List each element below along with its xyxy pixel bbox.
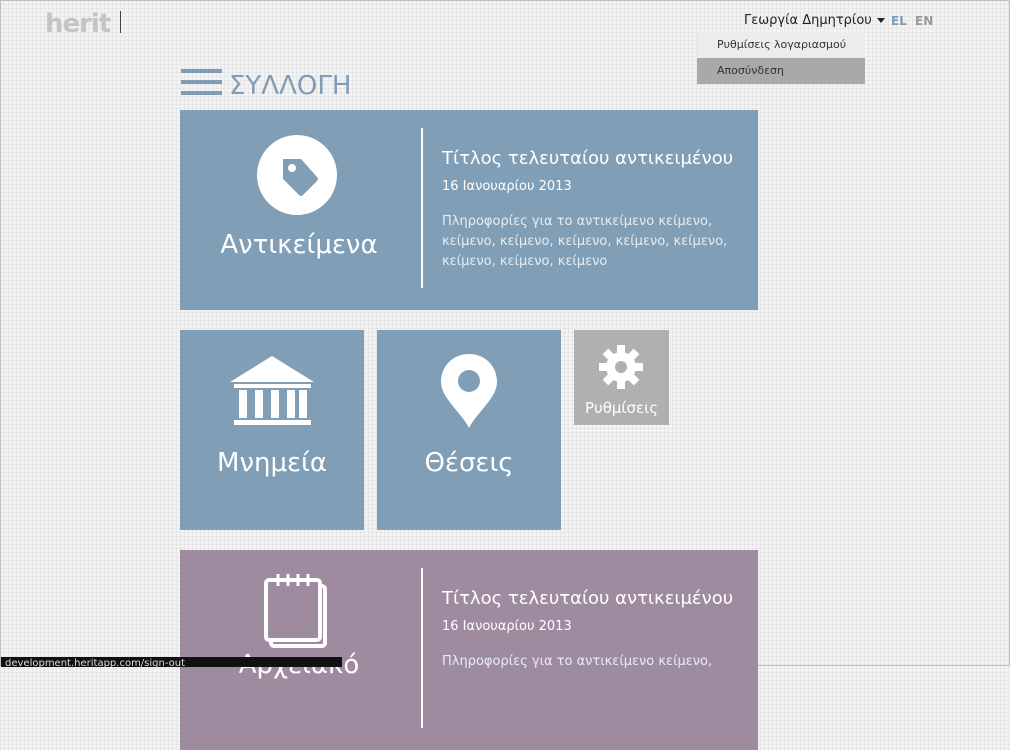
- notepad-icon: [264, 574, 327, 648]
- archive-tile[interactable]: Αρχειακό Τίτλος τελευταίου αντικειμένου …: [180, 550, 758, 750]
- user-dropdown-menu: Ρυθμίσεις λογαριασμού Αποσύνδεση: [697, 32, 865, 84]
- latest-item-date: 16 Ιανουαρίου 2013: [442, 179, 572, 194]
- objects-tile[interactable]: Αντικείμενα Τίτλος τελευταίου αντικειμέν…: [180, 110, 758, 310]
- objects-latest-info: Τίτλος τελευταίου αντικειμένου 16 Ιανουα…: [442, 148, 748, 272]
- settings-tile-label: Ρυθμίσεις: [584, 399, 658, 417]
- hamburger-menu-icon[interactable]: [181, 69, 222, 101]
- museum-icon: [230, 356, 314, 425]
- language-en[interactable]: EN: [915, 14, 933, 28]
- user-menu-toggle[interactable]: Γεωργία Δημητρίου: [744, 13, 885, 28]
- tile-divider: [421, 568, 423, 728]
- tag-icon: [257, 135, 337, 215]
- latest-item-date: 16 Ιανουαρίου 2013: [442, 619, 572, 634]
- latest-item-description: Πληροφορίες για το αντικείμενο κείμενο,: [442, 654, 713, 669]
- caret-down-icon: [876, 18, 885, 23]
- places-tile[interactable]: Θέσεις: [377, 330, 561, 530]
- map-pin-icon: [441, 354, 497, 428]
- places-tile-label: Θέσεις: [424, 448, 514, 478]
- monuments-tile-label: Μνημεία: [217, 448, 327, 478]
- herit-logo[interactable]: herit: [45, 9, 111, 39]
- tile-divider: [421, 128, 423, 288]
- language-el[interactable]: EL: [891, 14, 907, 28]
- logout-item[interactable]: Αποσύνδεση: [697, 58, 865, 84]
- latest-item-title[interactable]: Τίτλος τελευταίου αντικειμένου: [442, 588, 748, 609]
- settings-tile[interactable]: Ρυθμίσεις: [574, 330, 669, 425]
- logo-divider: [120, 11, 121, 33]
- account-settings-item[interactable]: Ρυθμίσεις λογαριασμού: [697, 32, 865, 58]
- latest-item-title[interactable]: Τίτλος τελευταίου αντικειμένου: [442, 148, 748, 169]
- latest-item-description: Πληροφορίες για το αντικείμενο κείμενο, …: [442, 214, 728, 269]
- user-name: Γεωργία Δημητρίου: [744, 13, 872, 28]
- archive-tile-left: Αρχειακό: [180, 550, 418, 750]
- objects-tile-label: Αντικείμενα: [220, 230, 378, 260]
- page-title: ΣΥΛΛΟΓΗ: [229, 71, 352, 101]
- monuments-tile[interactable]: Μνημεία: [180, 330, 364, 530]
- gear-icon: [599, 345, 643, 389]
- archive-latest-info: Τίτλος τελευταίου αντικειμένου 16 Ιανουα…: [442, 588, 748, 672]
- objects-tile-left: Αντικείμενα: [180, 110, 418, 310]
